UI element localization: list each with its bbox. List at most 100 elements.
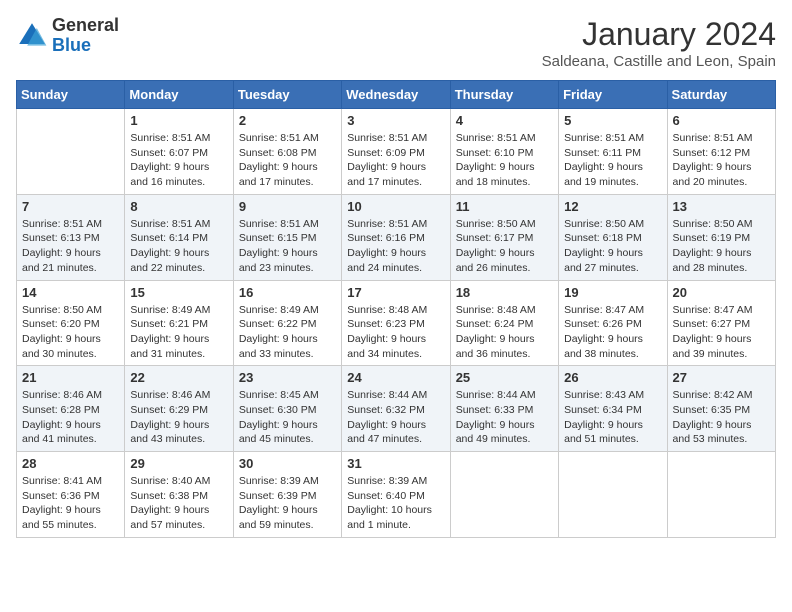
calendar-cell — [559, 452, 667, 538]
day-info: Sunrise: 8:51 AMSunset: 6:15 PMDaylight:… — [239, 217, 336, 276]
day-info: Sunrise: 8:42 AMSunset: 6:35 PMDaylight:… — [673, 388, 770, 447]
day-number: 17 — [347, 285, 444, 300]
calendar-cell — [450, 452, 558, 538]
location-text: Saldeana, Castille and Leon, Spain — [542, 53, 776, 70]
calendar-cell: 2 Sunrise: 8:51 AMSunset: 6:08 PMDaylight… — [233, 109, 341, 195]
calendar-cell: 4Sunrise: 8:51 AMSunset: 6:10 PMDaylight… — [450, 109, 558, 195]
day-number: 14 — [22, 285, 119, 300]
day-info: Sunrise: 8:51 AMSunset: 6:08 PMDaylight:… — [239, 131, 336, 190]
day-number: 30 — [239, 456, 336, 471]
day-info: Sunrise: 8:45 AMSunset: 6:30 PMDaylight:… — [239, 388, 336, 447]
calendar-cell: 9 Sunrise: 8:51 AMSunset: 6:15 PMDaylight… — [233, 194, 341, 280]
day-number: 13 — [673, 199, 770, 214]
calendar-cell: 29 Sunrise: 8:40 AMSunset: 6:38 PMDayligh… — [125, 452, 233, 538]
day-header: Sunday — [17, 81, 125, 109]
page-header: General Blue January 2024 Saldeana, Cast… — [16, 16, 776, 70]
calendar-cell: 21Sunrise: 8:46 AMSunset: 6:28 PMDayligh… — [17, 366, 125, 452]
day-info: Sunrise: 8:44 AMSunset: 6:32 PMDaylight:… — [347, 388, 444, 447]
day-number: 22 — [130, 370, 227, 385]
calendar-cell: 28Sunrise: 8:41 AMSunset: 6:36 PMDayligh… — [17, 452, 125, 538]
calendar-cell — [17, 109, 125, 195]
calendar-cell: 17 Sunrise: 8:48 AMSunset: 6:23 PMDayligh… — [342, 280, 450, 366]
calendar-cell: 14 Sunrise: 8:50 AMSunset: 6:20 PMDayligh… — [17, 280, 125, 366]
calendar-cell: 8 Sunrise: 8:51 AMSunset: 6:14 PMDaylight… — [125, 194, 233, 280]
day-number: 6 — [673, 113, 770, 128]
calendar-cell: 12 Sunrise: 8:50 AMSunset: 6:18 PMDayligh… — [559, 194, 667, 280]
day-info: Sunrise: 8:47 AMSunset: 6:26 PMDaylight:… — [564, 303, 661, 362]
day-header: Tuesday — [233, 81, 341, 109]
calendar-week-row: 14 Sunrise: 8:50 AMSunset: 6:20 PMDayligh… — [17, 280, 776, 366]
day-number: 7 — [22, 199, 119, 214]
calendar-cell: 19 Sunrise: 8:47 AMSunset: 6:26 PMDayligh… — [559, 280, 667, 366]
day-info: Sunrise: 8:39 AMSunset: 6:39 PMDaylight:… — [239, 474, 336, 533]
logo-icon — [16, 20, 48, 52]
day-info: Sunrise: 8:51 AMSunset: 6:09 PMDaylight:… — [347, 131, 444, 190]
day-number: 2 — [239, 113, 336, 128]
day-info: Sunrise: 8:51 AMSunset: 6:12 PMDaylight:… — [673, 131, 770, 190]
day-header: Friday — [559, 81, 667, 109]
day-info: Sunrise: 8:44 AMSunset: 6:33 PMDaylight:… — [456, 388, 553, 447]
day-number: 19 — [564, 285, 661, 300]
calendar-cell: 27 Sunrise: 8:42 AMSunset: 6:35 PMDayligh… — [667, 366, 775, 452]
day-info: Sunrise: 8:51 AMSunset: 6:13 PMDaylight:… — [22, 217, 119, 276]
calendar-cell: 22Sunrise: 8:46 AMSunset: 6:29 PMDayligh… — [125, 366, 233, 452]
day-info: Sunrise: 8:48 AMSunset: 6:24 PMDaylight:… — [456, 303, 553, 362]
calendar-week-row: 21Sunrise: 8:46 AMSunset: 6:28 PMDayligh… — [17, 366, 776, 452]
day-number: 31 — [347, 456, 444, 471]
calendar-cell: 26Sunrise: 8:43 AMSunset: 6:34 PMDayligh… — [559, 366, 667, 452]
day-info: Sunrise: 8:39 AMSunset: 6:40 PMDaylight:… — [347, 474, 444, 533]
day-info: Sunrise: 8:50 AMSunset: 6:19 PMDaylight:… — [673, 217, 770, 276]
day-info: Sunrise: 8:51 AMSunset: 6:07 PMDaylight:… — [130, 131, 227, 190]
calendar-cell: 24 Sunrise: 8:44 AMSunset: 6:32 PMDayligh… — [342, 366, 450, 452]
day-info: Sunrise: 8:47 AMSunset: 6:27 PMDaylight:… — [673, 303, 770, 362]
day-number: 21 — [22, 370, 119, 385]
day-number: 3 — [347, 113, 444, 128]
day-number: 27 — [673, 370, 770, 385]
logo-general-text: General — [52, 15, 119, 35]
day-header: Monday — [125, 81, 233, 109]
day-info: Sunrise: 8:49 AMSunset: 6:21 PMDaylight:… — [130, 303, 227, 362]
calendar-cell: 31 Sunrise: 8:39 AMSunset: 6:40 PMDayligh… — [342, 452, 450, 538]
day-info: Sunrise: 8:51 AMSunset: 6:16 PMDaylight:… — [347, 217, 444, 276]
day-number: 18 — [456, 285, 553, 300]
calendar-cell: 25 Sunrise: 8:44 AMSunset: 6:33 PMDayligh… — [450, 366, 558, 452]
calendar-week-row: 1 Sunrise: 8:51 AMSunset: 6:07 PMDaylight… — [17, 109, 776, 195]
day-number: 24 — [347, 370, 444, 385]
calendar-cell: 16Sunrise: 8:49 AMSunset: 6:22 PMDayligh… — [233, 280, 341, 366]
day-info: Sunrise: 8:51 AMSunset: 6:10 PMDaylight:… — [456, 131, 553, 190]
day-number: 29 — [130, 456, 227, 471]
day-header: Wednesday — [342, 81, 450, 109]
day-info: Sunrise: 8:51 AMSunset: 6:14 PMDaylight:… — [130, 217, 227, 276]
calendar-cell: 30 Sunrise: 8:39 AMSunset: 6:39 PMDayligh… — [233, 452, 341, 538]
day-number: 12 — [564, 199, 661, 214]
calendar-cell: 15 Sunrise: 8:49 AMSunset: 6:21 PMDayligh… — [125, 280, 233, 366]
day-number: 15 — [130, 285, 227, 300]
day-number: 20 — [673, 285, 770, 300]
day-header: Thursday — [450, 81, 558, 109]
calendar-table: SundayMondayTuesdayWednesdayThursdayFrid… — [16, 80, 776, 538]
calendar-week-row: 28Sunrise: 8:41 AMSunset: 6:36 PMDayligh… — [17, 452, 776, 538]
day-number: 9 — [239, 199, 336, 214]
calendar-cell: 13 Sunrise: 8:50 AMSunset: 6:19 PMDayligh… — [667, 194, 775, 280]
calendar-cell: 5Sunrise: 8:51 AMSunset: 6:11 PMDaylight… — [559, 109, 667, 195]
calendar-cell: 23 Sunrise: 8:45 AMSunset: 6:30 PMDayligh… — [233, 366, 341, 452]
calendar-cell: 11 Sunrise: 8:50 AMSunset: 6:17 PMDayligh… — [450, 194, 558, 280]
day-info: Sunrise: 8:50 AMSunset: 6:20 PMDaylight:… — [22, 303, 119, 362]
calendar-week-row: 7 Sunrise: 8:51 AMSunset: 6:13 PMDaylight… — [17, 194, 776, 280]
day-info: Sunrise: 8:41 AMSunset: 6:36 PMDaylight:… — [22, 474, 119, 533]
calendar-cell: 3 Sunrise: 8:51 AMSunset: 6:09 PMDaylight… — [342, 109, 450, 195]
calendar-cell: 6 Sunrise: 8:51 AMSunset: 6:12 PMDaylight… — [667, 109, 775, 195]
calendar-cell: 1 Sunrise: 8:51 AMSunset: 6:07 PMDaylight… — [125, 109, 233, 195]
day-number: 23 — [239, 370, 336, 385]
day-info: Sunrise: 8:40 AMSunset: 6:38 PMDaylight:… — [130, 474, 227, 533]
day-info: Sunrise: 8:48 AMSunset: 6:23 PMDaylight:… — [347, 303, 444, 362]
day-number: 8 — [130, 199, 227, 214]
day-number: 26 — [564, 370, 661, 385]
day-number: 1 — [130, 113, 227, 128]
day-info: Sunrise: 8:50 AMSunset: 6:18 PMDaylight:… — [564, 217, 661, 276]
day-number: 11 — [456, 199, 553, 214]
day-info: Sunrise: 8:50 AMSunset: 6:17 PMDaylight:… — [456, 217, 553, 276]
day-header: Saturday — [667, 81, 775, 109]
day-number: 25 — [456, 370, 553, 385]
calendar-cell: 10Sunrise: 8:51 AMSunset: 6:16 PMDayligh… — [342, 194, 450, 280]
